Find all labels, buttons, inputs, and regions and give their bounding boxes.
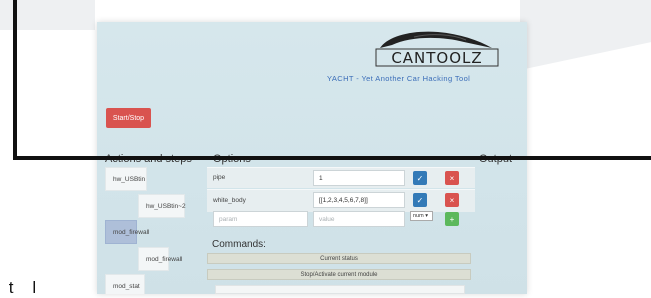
- commands-heading: Commands:: [212, 239, 266, 250]
- confirm-check-icon[interactable]: ✓: [413, 171, 427, 185]
- value-input[interactable]: value: [313, 211, 405, 227]
- param-input[interactable]: param: [213, 211, 308, 227]
- current-status-button[interactable]: Current status: [207, 253, 471, 264]
- module-mod-firewall-active[interactable]: mod_firewall: [105, 220, 150, 244]
- tagline: YACHT - Yet Another Car Hacking Tool: [327, 74, 471, 83]
- module-mod-firewall[interactable]: mod_firewall: [138, 247, 183, 271]
- command-output-bar: [215, 285, 465, 294]
- option-value-field[interactable]: [[1,2,3,4,5,6,7,8]]: [313, 192, 405, 208]
- module-hw-usbtin-2[interactable]: hw_USBtin~2: [138, 194, 186, 218]
- frame-line-left: [13, 0, 17, 160]
- option-name: white_body: [213, 197, 246, 204]
- type-select-value: num: [413, 213, 424, 219]
- cantoolz-logo: CANTOOLZ: [375, 31, 499, 67]
- stop-activate-button[interactable]: Stop/Activate current module: [207, 269, 471, 280]
- frame-line-bottom: [13, 156, 651, 160]
- option-value-field[interactable]: 1: [313, 170, 405, 186]
- background-shard: [520, 0, 651, 70]
- type-select[interactable]: num ▾: [410, 211, 433, 221]
- option-name: pipe: [213, 174, 226, 181]
- overlay-text: t l: [4, 278, 37, 297]
- confirm-check-icon[interactable]: ✓: [413, 193, 427, 207]
- logo-text: CANTOOLZ: [391, 49, 482, 67]
- remove-x-icon[interactable]: ×: [445, 193, 459, 207]
- module-hw-usbtin[interactable]: hw_USBtin: [105, 167, 147, 191]
- remove-x-icon[interactable]: ×: [445, 171, 459, 185]
- start-stop-button[interactable]: Start/Stop: [106, 108, 151, 128]
- add-plus-icon[interactable]: +: [445, 212, 459, 226]
- module-mod-stat[interactable]: mod_stat: [105, 274, 145, 294]
